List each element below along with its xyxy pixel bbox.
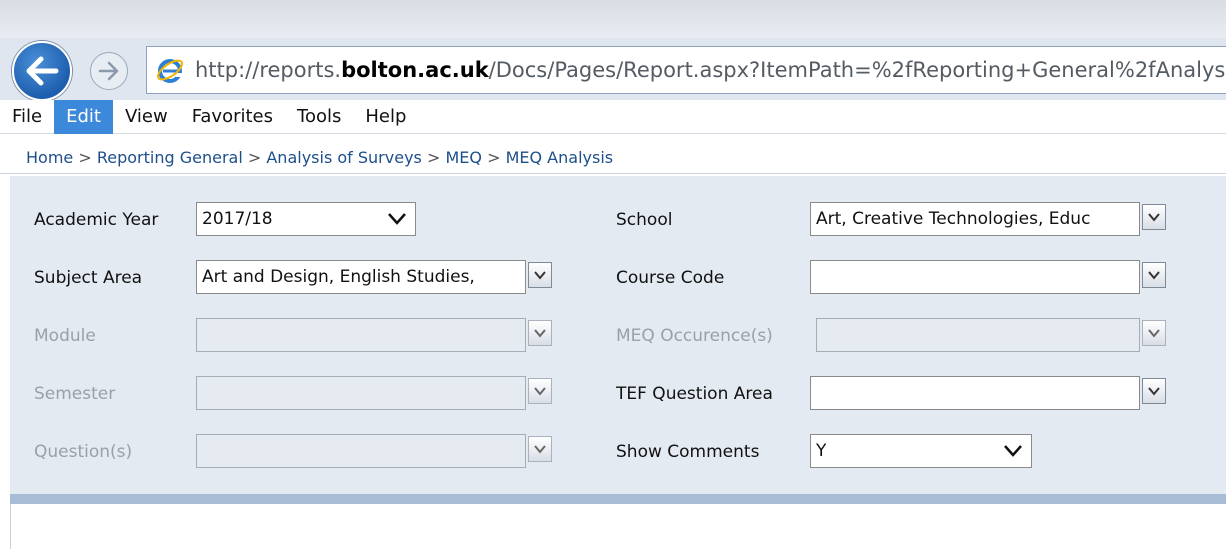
navigation-bar: http://reports.bolton.ac.uk/Docs/Pages/R…: [0, 38, 1226, 101]
internet-explorer-icon: [157, 59, 183, 83]
breadcrumb-meq[interactable]: MEQ: [445, 148, 482, 167]
breadcrumb-separator: >: [78, 148, 97, 167]
breadcrumb-separator: >: [247, 148, 267, 167]
menu-help[interactable]: Help: [353, 100, 418, 134]
chevron-down-icon: [534, 445, 546, 454]
chevron-down-icon: [1004, 445, 1022, 457]
show-comments-select[interactable]: Y: [810, 434, 1032, 468]
tef-question-area-field[interactable]: [810, 376, 1140, 410]
parameters-panel-border: [10, 494, 1226, 504]
questions-label: Question(s): [34, 442, 133, 462]
questions-field: [196, 434, 526, 468]
academic-year-select[interactable]: 2017/18: [196, 202, 416, 236]
subject-area-field[interactable]: Art and Design, English Studies,: [196, 260, 526, 294]
back-arrow-icon: [26, 56, 59, 86]
chevron-down-icon: [1148, 329, 1160, 338]
subject-area-value: Art and Design, English Studies,: [202, 267, 475, 287]
course-code-label: Course Code: [616, 268, 725, 288]
school-value: Art, Creative Technologies, Educ: [816, 209, 1091, 229]
show-comments-label: Show Comments: [616, 442, 760, 462]
academic-year-value: 2017/18: [202, 209, 273, 229]
meq-occurrences-dropdown-button: [1142, 320, 1166, 346]
report-viewer-area: [10, 504, 1226, 549]
meq-occurrences-field: [816, 318, 1140, 352]
tef-question-area-label: TEF Question Area: [616, 384, 773, 404]
module-dropdown-button: [528, 320, 552, 346]
subject-area-dropdown-button[interactable]: [528, 262, 552, 288]
menu-file[interactable]: File: [0, 100, 54, 134]
course-code-field[interactable]: [810, 260, 1140, 294]
tef-question-area-dropdown-button[interactable]: [1142, 378, 1166, 404]
school-label: School: [616, 210, 673, 230]
title-bar: [0, 0, 1226, 38]
breadcrumb-meq-analysis[interactable]: MEQ Analysis: [506, 148, 614, 167]
semester-label: Semester: [34, 384, 116, 404]
course-code-dropdown-button[interactable]: [1142, 262, 1166, 288]
module-field: [196, 318, 526, 352]
chevron-down-icon: [388, 213, 406, 225]
chevron-down-icon: [1148, 213, 1160, 222]
forward-arrow-icon: [98, 61, 119, 81]
breadcrumb: Home > Reporting General > Analysis of S…: [0, 142, 1226, 174]
school-dropdown-button[interactable]: [1142, 204, 1166, 230]
address-bar[interactable]: http://reports.bolton.ac.uk/Docs/Pages/R…: [146, 46, 1226, 94]
breadcrumb-analysis-of-surveys[interactable]: Analysis of Surveys: [266, 148, 422, 167]
menu-view[interactable]: View: [113, 100, 180, 134]
url-text: http://reports.bolton.ac.uk/Docs/Pages/R…: [195, 58, 1226, 82]
back-button[interactable]: [12, 41, 72, 101]
menu-tools[interactable]: Tools: [285, 100, 353, 134]
show-comments-value: Y: [816, 441, 827, 461]
questions-dropdown-button: [528, 436, 552, 462]
school-field[interactable]: Art, Creative Technologies, Educ: [810, 202, 1140, 236]
breadcrumb-separator: >: [487, 148, 506, 167]
breadcrumb-separator: >: [426, 148, 446, 167]
chevron-down-icon: [1148, 271, 1160, 280]
breadcrumb-home[interactable]: Home: [26, 148, 73, 167]
semester-dropdown-button: [528, 378, 552, 404]
meq-occurrences-label: MEQ Occurence(s): [616, 326, 773, 346]
chevron-down-icon: [534, 271, 546, 280]
menu-bar: File Edit View Favorites Tools Help: [0, 99, 1226, 134]
subject-area-label: Subject Area: [34, 268, 143, 288]
forward-button[interactable]: [90, 52, 128, 90]
module-label: Module: [34, 326, 96, 346]
chevron-down-icon: [534, 387, 546, 396]
menu-favorites[interactable]: Favorites: [180, 100, 285, 134]
menu-edit[interactable]: Edit: [54, 99, 113, 134]
chevron-down-icon: [1148, 387, 1160, 396]
academic-year-label: Academic Year: [34, 210, 159, 230]
report-parameters-panel: Academic Year 2017/18 Subject Area Art a…: [10, 176, 1226, 494]
breadcrumb-reporting-general[interactable]: Reporting General: [97, 148, 243, 167]
semester-field: [196, 376, 526, 410]
chevron-down-icon: [534, 329, 546, 338]
